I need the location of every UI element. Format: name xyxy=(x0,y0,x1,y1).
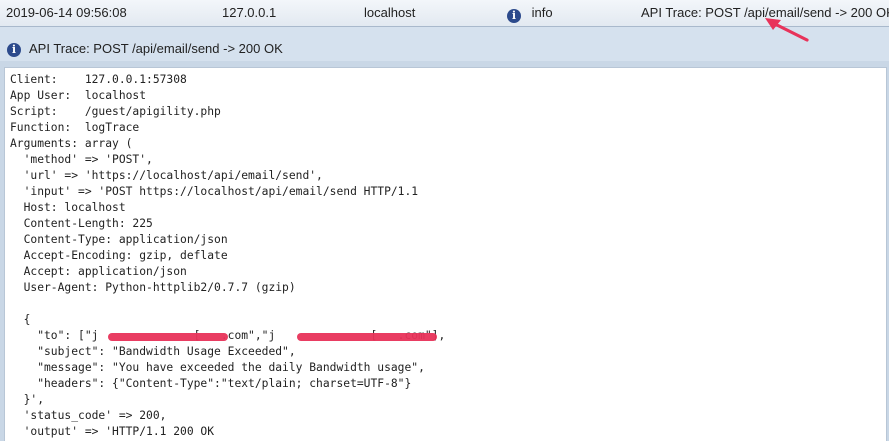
code-line: Function: logTrace xyxy=(10,121,140,134)
log-ip: 127.0.0.1 xyxy=(222,5,277,20)
detail-title: API Trace: POST /api/email/send -> 200 O… xyxy=(29,41,283,56)
code-line: Accept: application/json xyxy=(10,265,187,278)
code-line: 'output' => 'HTTP/1.1 200 OK xyxy=(10,425,215,438)
code-line: Content-Type: application/json xyxy=(10,233,228,246)
code-line: Host: localhost xyxy=(10,201,126,214)
code-line: "message": "You have exceeded the daily … xyxy=(10,361,425,374)
info-icon: i xyxy=(7,43,21,57)
code-line: Accept-Encoding: gzip, deflate xyxy=(10,249,228,262)
code-line: { xyxy=(10,313,31,326)
code-line: 'method' => 'POST', xyxy=(10,153,153,166)
code-line: App User: localhost xyxy=(10,89,147,102)
detail-level: i xyxy=(7,39,21,57)
detail-code-block: Client: 127.0.0.1:57308 App User: localh… xyxy=(5,68,886,440)
code-line: 'url' => 'https://localhost/api/email/se… xyxy=(10,169,323,182)
code-line: User-Agent: Python-httplib2/0.7.7 (gzip) xyxy=(10,281,296,294)
redaction-mark xyxy=(297,333,437,341)
log-host: localhost xyxy=(364,5,416,20)
code-line: }', xyxy=(10,393,45,406)
code-line: Content-Length: 225 xyxy=(10,217,153,230)
code-line: 'status_code' => 200, xyxy=(10,409,167,422)
code-line: "headers": {"Content-Type":"text/plain; … xyxy=(10,377,412,390)
code-line: "subject": "Bandwidth Usage Exceeded", xyxy=(10,345,296,358)
annotation-arrow xyxy=(765,18,809,42)
code-line: 'input' => 'POST https://localhost/api/e… xyxy=(10,185,419,198)
redaction-mark xyxy=(108,333,228,341)
code-line: Script: /guest/apigility.php xyxy=(10,105,221,118)
log-level-label: info xyxy=(531,5,553,20)
log-timestamp: 2019-06-14 09:56:08 xyxy=(6,5,127,20)
code-line: Arguments: array ( xyxy=(10,137,133,150)
code-line: Client: 127.0.0.1:57308 xyxy=(10,73,187,86)
detail-panel[interactable]: Client: 127.0.0.1:57308 App User: localh… xyxy=(4,67,887,441)
log-level: i info xyxy=(507,5,553,23)
info-icon: i xyxy=(507,9,521,23)
